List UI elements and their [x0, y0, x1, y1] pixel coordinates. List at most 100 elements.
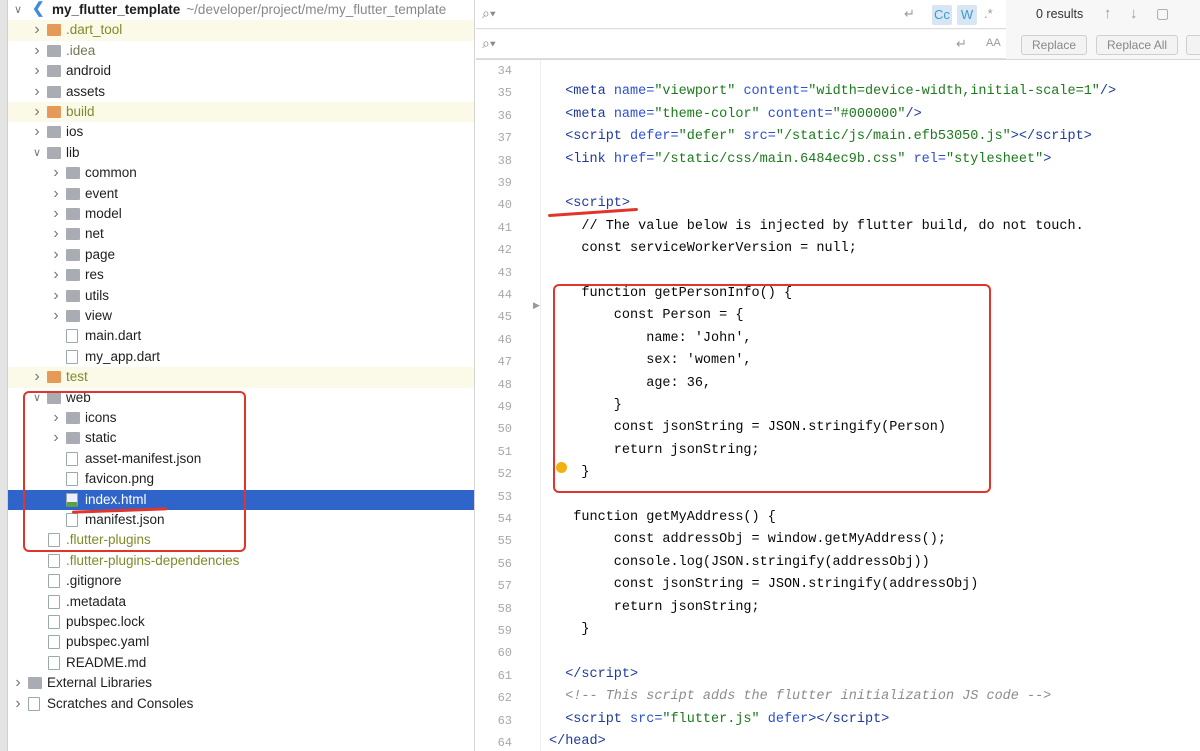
- tree-item[interactable]: › .idea: [8, 41, 474, 61]
- tree-item[interactable]: › model: [8, 204, 474, 224]
- chevron-down-icon[interactable]: ∨: [31, 143, 43, 163]
- chevron-right-icon[interactable]: ›: [31, 102, 43, 122]
- fold-marker-icon[interactable]: ▶: [533, 300, 540, 311]
- words-toggle[interactable]: W: [957, 5, 977, 25]
- folder-icon: [66, 269, 80, 282]
- new-line-icon[interactable]: ↵: [956, 36, 967, 52]
- chevron-right-icon[interactable]: ›: [31, 61, 43, 81]
- select-all-occurrences-icon[interactable]: ▢: [1156, 5, 1169, 22]
- code-line: }: [549, 622, 589, 637]
- line-number: 62: [497, 691, 512, 706]
- tree-item[interactable]: › assets: [8, 82, 474, 102]
- chevron-right-icon[interactable]: ›: [31, 41, 43, 61]
- code-line: const addressObj = window.getMyAddress()…: [549, 532, 946, 547]
- tree-item[interactable]: › build: [8, 102, 474, 123]
- tree-item-label: page: [85, 246, 116, 262]
- preserve-case-toggle[interactable]: AA: [986, 37, 1001, 49]
- code-token: const addressObj = window.getMyAddress()…: [549, 532, 946, 548]
- chevron-right-icon[interactable]: ›: [12, 694, 24, 714]
- chevron-right-icon[interactable]: ›: [50, 265, 62, 285]
- find-input[interactable]: ⌕▾ ↵ Cc W .*: [476, 0, 1006, 29]
- tree-item[interactable]: › event: [8, 184, 474, 204]
- search-icon[interactable]: ⌕▾: [482, 35, 496, 52]
- code-token: rel=: [913, 151, 946, 167]
- chevron-right-icon[interactable]: ›: [50, 163, 62, 183]
- replace-button[interactable]: Replace: [1021, 35, 1088, 55]
- tree-item-label: .dart_tool: [66, 22, 123, 38]
- next-occurrence-icon[interactable]: ↓: [1130, 5, 1138, 22]
- tree-item[interactable]: › test: [8, 367, 474, 388]
- line-number: 45: [497, 310, 512, 325]
- tree-item[interactable]: › page: [8, 245, 474, 265]
- chevron-right-icon[interactable]: ›: [50, 245, 62, 265]
- tree-item[interactable]: › Scratches and Consoles: [8, 694, 474, 714]
- tree-item[interactable]: .gitignore: [8, 571, 474, 591]
- tree-item-label: android: [66, 63, 112, 79]
- regex-toggle[interactable]: .*: [984, 6, 993, 21]
- code-token: name=: [613, 84, 655, 100]
- tree-item[interactable]: ∨ lib: [8, 143, 474, 163]
- tree-item[interactable]: › ios: [8, 122, 474, 142]
- code-token: <!-- This script adds the flutter initia…: [565, 689, 1052, 705]
- chevron-right-icon[interactable]: ›: [50, 286, 62, 306]
- tree-item-label: pubspec.lock: [66, 614, 145, 629]
- tree-root[interactable]: ∨ ❮ my_flutter_template ~/developer/project…: [8, 0, 474, 20]
- search-icon[interactable]: ⌕▾: [482, 5, 496, 22]
- code-line: <script defer="defer" src="/static/js/ma…: [549, 129, 1092, 144]
- tree-item[interactable]: .flutter-plugins-dependencies: [8, 551, 474, 571]
- tool-window-strip: [0, 0, 8, 751]
- exclude-button[interactable]: [1186, 35, 1200, 55]
- tree-item[interactable]: main.dart: [8, 326, 474, 346]
- code-token: "/static/js/main.efb53050.js": [775, 129, 1011, 145]
- results-count: 0 results: [1036, 7, 1084, 21]
- code-line: <meta name="viewport" content="width=dev…: [549, 84, 1116, 99]
- new-line-icon[interactable]: ↵: [904, 6, 915, 22]
- replace-all-button[interactable]: Replace All: [1096, 35, 1179, 55]
- tree-item[interactable]: README.md: [8, 653, 474, 673]
- chevron-right-icon[interactable]: ›: [50, 204, 62, 224]
- tree-item[interactable]: › view: [8, 306, 474, 326]
- chevron-right-icon[interactable]: ›: [50, 306, 62, 326]
- tree-item[interactable]: pubspec.lock: [8, 612, 474, 632]
- tree-item[interactable]: my_app.dart: [8, 347, 474, 367]
- code-line: function getMyAddress() {: [549, 510, 776, 525]
- tree-item-label: .metadata: [66, 593, 127, 609]
- tree-item[interactable]: › net: [8, 224, 474, 244]
- tree-item[interactable]: pubspec.yaml: [8, 632, 474, 652]
- chevron-right-icon[interactable]: ›: [31, 122, 43, 142]
- chevron-right-icon[interactable]: ›: [50, 184, 62, 204]
- tree-item[interactable]: › utils: [8, 286, 474, 306]
- line-number: 37: [497, 131, 512, 146]
- tree-item-label: common: [85, 165, 137, 181]
- tree-item-label: utils: [85, 287, 110, 303]
- tree-item-label: assets: [66, 83, 106, 99]
- tree-item-label: build: [66, 104, 95, 119]
- replace-input[interactable]: ⌕▾ ↵ AA: [476, 30, 1006, 59]
- tree-item[interactable]: › common: [8, 163, 474, 183]
- folder-icon: [66, 248, 80, 261]
- chevron-right-icon[interactable]: ›: [31, 82, 43, 102]
- file-icon: [48, 655, 60, 670]
- code-line: </head>: [549, 734, 606, 749]
- previous-occurrence-icon[interactable]: ↑: [1104, 5, 1112, 22]
- chevron-right-icon[interactable]: ›: [31, 20, 43, 40]
- file-icon: [48, 615, 60, 629]
- file-icon: [66, 349, 78, 364]
- line-number: 60: [497, 646, 512, 661]
- line-number: 50: [497, 422, 512, 437]
- chevron-right-icon[interactable]: ›: [31, 367, 43, 387]
- chevron-right-icon[interactable]: ›: [50, 224, 62, 244]
- code-token: ></script>: [808, 711, 890, 727]
- chevron-right-icon[interactable]: ›: [12, 673, 24, 693]
- chevron-down-icon[interactable]: ∨: [12, 0, 24, 20]
- tree-item[interactable]: › External Libraries: [8, 673, 474, 693]
- folder-icon: [47, 85, 61, 98]
- match-case-toggle[interactable]: Cc: [932, 5, 952, 25]
- tree-item[interactable]: › res: [8, 265, 474, 285]
- code-token: "flutter.js": [662, 711, 768, 727]
- tree-item[interactable]: › android: [8, 61, 474, 81]
- tree-item[interactable]: › .dart_tool: [8, 20, 474, 41]
- tree-item[interactable]: .metadata: [8, 592, 474, 612]
- tree-item-label: main.dart: [85, 328, 142, 344]
